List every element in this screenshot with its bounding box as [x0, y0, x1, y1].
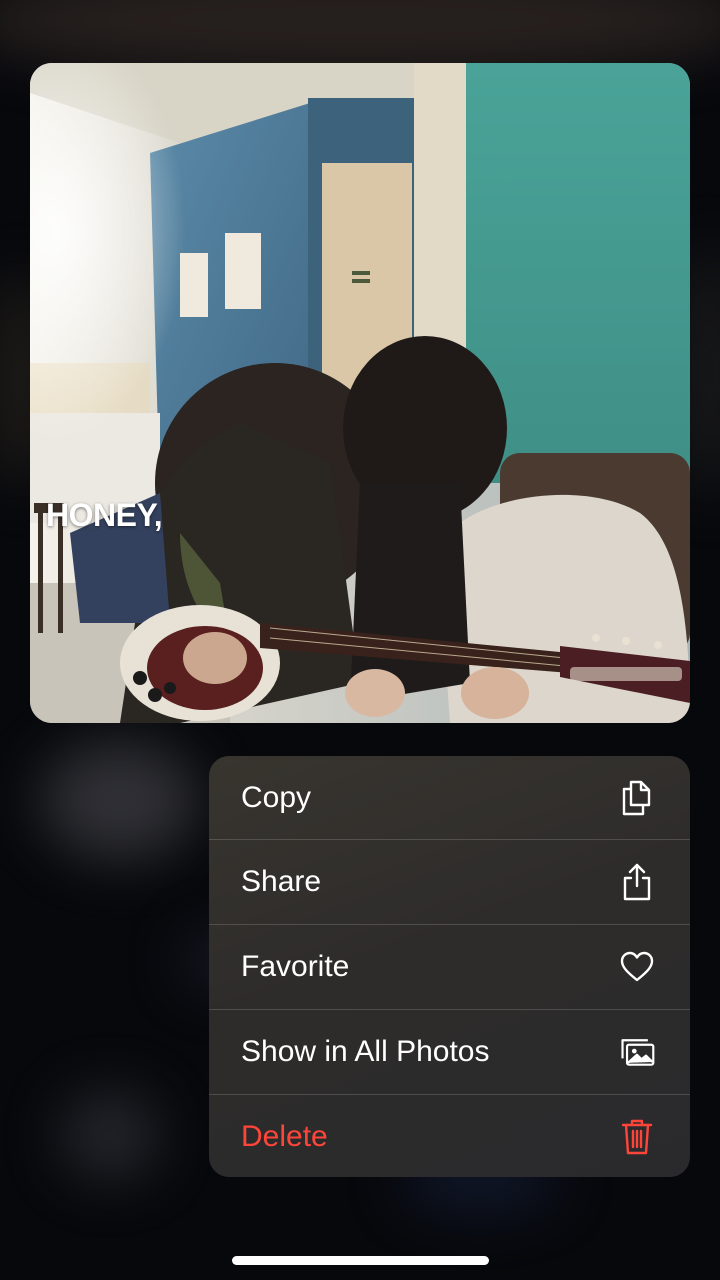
- show-in-all-photos-menu-item[interactable]: Show in All Photos: [209, 1010, 690, 1094]
- menu-item-label: Copy: [241, 781, 312, 814]
- share-menu-item[interactable]: Share: [209, 840, 690, 924]
- menu-item-label: Share: [241, 865, 322, 898]
- copy-icon: [618, 779, 656, 817]
- menu-item-label: Show in All Photos: [241, 1035, 490, 1068]
- menu-item-label: Favorite: [241, 950, 350, 983]
- menu-item-label: Delete: [241, 1120, 328, 1153]
- photo-caption: HONEY,: [46, 497, 163, 533]
- share-icon: [618, 863, 656, 901]
- home-indicator[interactable]: [232, 1256, 489, 1265]
- delete-menu-item[interactable]: Delete: [209, 1095, 690, 1177]
- favorite-menu-item[interactable]: Favorite: [209, 925, 690, 1009]
- photo-preview[interactable]: HONEY,: [30, 63, 690, 723]
- context-menu: Copy Share Favorite Show in All Photos D…: [209, 756, 690, 1177]
- photos-icon: [618, 1033, 656, 1071]
- trash-icon: [618, 1118, 656, 1156]
- heart-icon: [618, 948, 656, 986]
- copy-menu-item[interactable]: Copy: [209, 756, 690, 840]
- photo-image: [30, 63, 690, 723]
